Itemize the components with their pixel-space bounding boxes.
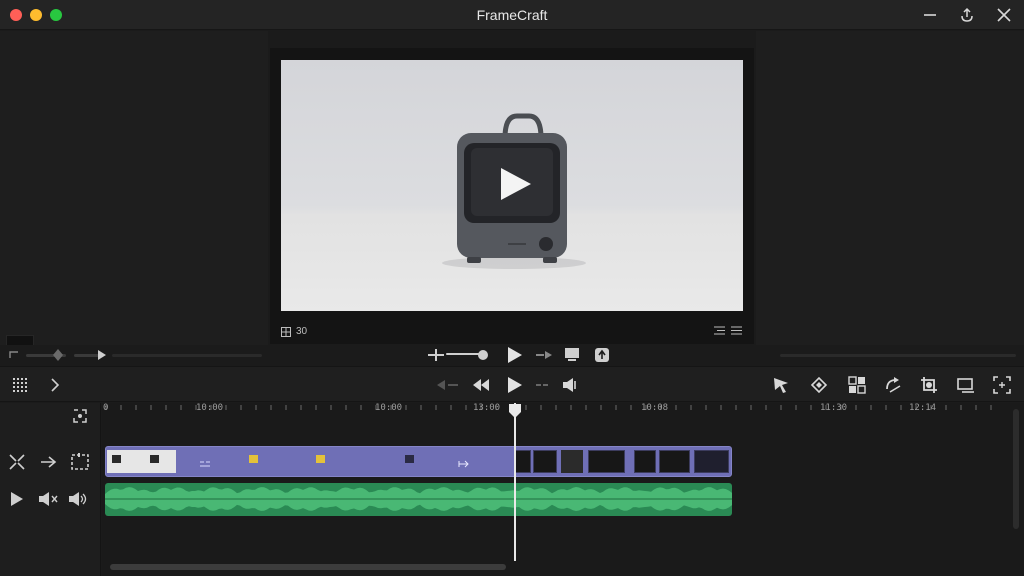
forward-small-icon[interactable] [98, 350, 106, 360]
ruler-label: 12:14 [909, 403, 937, 413]
timeline-toolbar [0, 366, 1024, 402]
transform-icon[interactable] [956, 376, 976, 394]
chevron-right-icon[interactable] [50, 378, 60, 392]
zoom-slider[interactable] [446, 353, 480, 355]
audio-monitor-icon[interactable] [562, 377, 580, 393]
ruler-label: 10:00 [375, 403, 403, 413]
rotate-icon[interactable] [884, 376, 902, 394]
volume-icon[interactable] [68, 491, 88, 507]
title-bar: FrameCraft [0, 0, 1024, 30]
ruler-label: 0 [103, 403, 109, 413]
chapter-marker[interactable] [249, 455, 258, 463]
zoom-slider-thumb-icon[interactable] [477, 348, 489, 362]
slider-thumb-icon[interactable] [52, 348, 64, 362]
zoom-fit-icon[interactable] [993, 376, 1011, 394]
snap-icon[interactable] [72, 408, 88, 424]
app-title: FrameCraft [476, 7, 548, 23]
frame-rate-label: 30 [296, 326, 308, 337]
horizontal-scrollbar[interactable] [110, 564, 506, 570]
select-tool-icon[interactable] [772, 376, 790, 394]
grid-icon[interactable] [281, 326, 291, 337]
close-icon[interactable] [992, 3, 1016, 27]
share-icon[interactable] [955, 3, 979, 27]
audio-waveform [105, 487, 732, 511]
menu-icon[interactable] [731, 326, 742, 335]
audio-mute-icon[interactable] [38, 491, 58, 507]
timeline-area[interactable]: 0 10:00 10:00 13:00 10:08 11:30 12:14 [102, 403, 1024, 576]
crop-icon[interactable] [920, 376, 938, 394]
ruler-label: 13:00 [473, 403, 501, 413]
grid-snap-icon[interactable] [848, 376, 866, 394]
blade-tool-icon[interactable] [810, 376, 828, 394]
clip-marker[interactable] [405, 455, 414, 463]
export-icon[interactable] [594, 347, 610, 363]
ruler-label: 10:00 [196, 403, 224, 413]
play-icon[interactable] [507, 346, 523, 364]
transport-row-upper [0, 345, 1024, 365]
jog-forward-icon[interactable] [535, 381, 549, 389]
transition-marker[interactable] [458, 455, 469, 468]
ruler-label: 10:08 [641, 403, 669, 413]
track-play-icon[interactable] [10, 491, 24, 507]
video-preview[interactable] [281, 60, 743, 311]
rewind-icon[interactable] [472, 377, 490, 393]
play-overlay-icon[interactable] [497, 166, 533, 202]
ruler-label: 11:30 [820, 403, 848, 413]
video-clip[interactable] [105, 446, 732, 477]
timeline-ruler[interactable] [102, 403, 1024, 423]
list-icon[interactable] [714, 326, 725, 335]
play-timeline-icon[interactable] [507, 376, 523, 394]
inspector-panel [756, 31, 1024, 345]
jog-back-icon[interactable] [436, 379, 460, 391]
volume-down-icon[interactable] [428, 348, 444, 362]
loop-icon[interactable] [9, 350, 21, 360]
minimize-icon[interactable] [918, 3, 942, 27]
playhead-handle[interactable] [508, 403, 522, 419]
step-forward-icon[interactable] [535, 350, 553, 360]
chapter-marker[interactable] [316, 455, 325, 463]
edit-marker[interactable] [200, 455, 210, 467]
audio-clip[interactable] [105, 483, 732, 516]
monitor-icon[interactable] [564, 347, 582, 363]
track-header-panel [0, 403, 101, 576]
vertical-scrollbar[interactable] [1013, 409, 1019, 529]
arrow-right-icon[interactable] [40, 455, 58, 469]
grid-view-icon[interactable] [12, 377, 28, 393]
playhead[interactable] [514, 403, 516, 561]
ripple-icon[interactable] [70, 452, 90, 472]
media-browser-panel [0, 31, 268, 363]
magnet-icon[interactable] [8, 453, 26, 471]
